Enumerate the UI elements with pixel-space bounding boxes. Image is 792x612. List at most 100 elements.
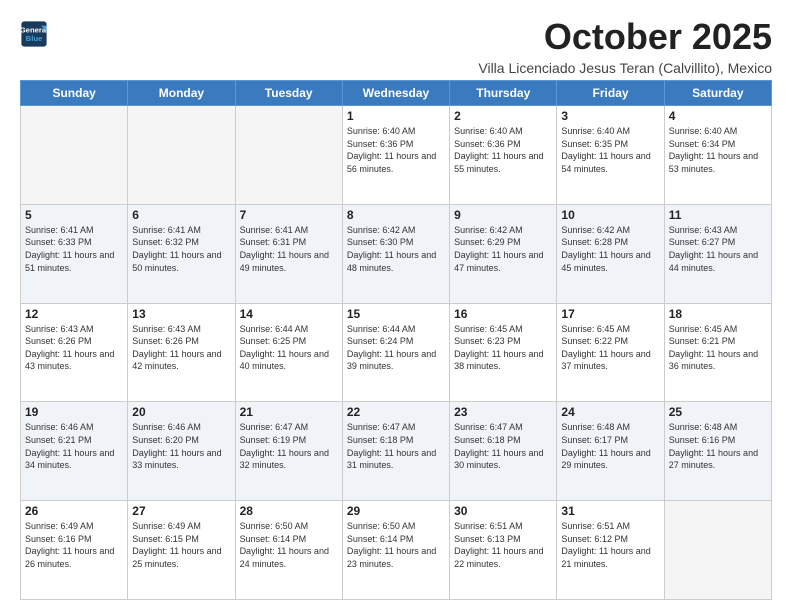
- weekday-header: SundayMondayTuesdayWednesdayThursdayFrid…: [21, 81, 772, 106]
- day-info: Sunrise: 6:40 AM Sunset: 6:36 PM Dayligh…: [347, 125, 445, 175]
- day-number: 9: [454, 208, 552, 222]
- day-number: 2: [454, 109, 552, 123]
- svg-text:Blue: Blue: [26, 34, 43, 43]
- day-info: Sunrise: 6:46 AM Sunset: 6:21 PM Dayligh…: [25, 421, 123, 471]
- day-cell: 12 Sunrise: 6:43 AM Sunset: 6:26 PM Dayli…: [21, 303, 128, 402]
- day-info: Sunrise: 6:49 AM Sunset: 6:16 PM Dayligh…: [25, 520, 123, 570]
- day-cell: 30 Sunrise: 6:51 AM Sunset: 6:13 PM Dayli…: [450, 501, 557, 600]
- day-info: Sunrise: 6:47 AM Sunset: 6:19 PM Dayligh…: [240, 421, 338, 471]
- day-info: Sunrise: 6:46 AM Sunset: 6:20 PM Dayligh…: [132, 421, 230, 471]
- day-cell: 7 Sunrise: 6:41 AM Sunset: 6:31 PM Daylig…: [235, 204, 342, 303]
- day-info: Sunrise: 6:43 AM Sunset: 6:27 PM Dayligh…: [669, 224, 767, 274]
- day-cell: 8 Sunrise: 6:42 AM Sunset: 6:30 PM Daylig…: [342, 204, 449, 303]
- day-number: 12: [25, 307, 123, 321]
- weekday-sunday: Sunday: [21, 81, 128, 106]
- week-row-2: 5Sunrise: 6:41 AM Sunset: 6:33 PM Daylig…: [21, 204, 772, 303]
- day-number: 20: [132, 405, 230, 419]
- day-info: Sunrise: 6:47 AM Sunset: 6:18 PM Dayligh…: [347, 421, 445, 471]
- main-title: October 2025: [478, 16, 772, 58]
- day-cell: [128, 106, 235, 205]
- day-number: 28: [240, 504, 338, 518]
- day-info: Sunrise: 6:41 AM Sunset: 6:33 PM Dayligh…: [25, 224, 123, 274]
- day-cell: 24 Sunrise: 6:48 AM Sunset: 6:17 PM Dayli…: [557, 402, 664, 501]
- day-number: 4: [669, 109, 767, 123]
- day-number: 14: [240, 307, 338, 321]
- day-cell: [235, 106, 342, 205]
- logo: General Blue: [20, 20, 52, 48]
- day-info: Sunrise: 6:40 AM Sunset: 6:35 PM Dayligh…: [561, 125, 659, 175]
- day-number: 29: [347, 504, 445, 518]
- day-number: 8: [347, 208, 445, 222]
- calendar: SundayMondayTuesdayWednesdayThursdayFrid…: [20, 80, 772, 600]
- day-number: 18: [669, 307, 767, 321]
- day-number: 3: [561, 109, 659, 123]
- day-info: Sunrise: 6:42 AM Sunset: 6:28 PM Dayligh…: [561, 224, 659, 274]
- weekday-thursday: Thursday: [450, 81, 557, 106]
- day-info: Sunrise: 6:51 AM Sunset: 6:13 PM Dayligh…: [454, 520, 552, 570]
- day-number: 16: [454, 307, 552, 321]
- day-number: 15: [347, 307, 445, 321]
- day-number: 24: [561, 405, 659, 419]
- day-cell: 17Sunrise: 6:45 AM Sunset: 6:22 PM Dayli…: [557, 303, 664, 402]
- day-cell: 6 Sunrise: 6:41 AM Sunset: 6:32 PM Daylig…: [128, 204, 235, 303]
- day-number: 13: [132, 307, 230, 321]
- day-number: 23: [454, 405, 552, 419]
- day-cell: 20 Sunrise: 6:46 AM Sunset: 6:20 PM Dayli…: [128, 402, 235, 501]
- weekday-tuesday: Tuesday: [235, 81, 342, 106]
- day-info: Sunrise: 6:41 AM Sunset: 6:31 PM Dayligh…: [240, 224, 338, 274]
- day-cell: 31 Sunrise: 6:51 AM Sunset: 6:12 PM Dayli…: [557, 501, 664, 600]
- day-number: 22: [347, 405, 445, 419]
- day-cell: 4 Sunrise: 6:40 AM Sunset: 6:34 PM Daylig…: [664, 106, 771, 205]
- day-cell: 15 Sunrise: 6:44 AM Sunset: 6:24 PM Dayli…: [342, 303, 449, 402]
- day-cell: 5Sunrise: 6:41 AM Sunset: 6:33 PM Daylig…: [21, 204, 128, 303]
- day-number: 30: [454, 504, 552, 518]
- day-cell: 2Sunrise: 6:40 AM Sunset: 6:36 PM Daylig…: [450, 106, 557, 205]
- day-info: Sunrise: 6:41 AM Sunset: 6:32 PM Dayligh…: [132, 224, 230, 274]
- day-info: Sunrise: 6:51 AM Sunset: 6:12 PM Dayligh…: [561, 520, 659, 570]
- day-number: 7: [240, 208, 338, 222]
- day-info: Sunrise: 6:44 AM Sunset: 6:25 PM Dayligh…: [240, 323, 338, 373]
- weekday-wednesday: Wednesday: [342, 81, 449, 106]
- day-info: Sunrise: 6:43 AM Sunset: 6:26 PM Dayligh…: [25, 323, 123, 373]
- day-cell: 14 Sunrise: 6:44 AM Sunset: 6:25 PM Dayli…: [235, 303, 342, 402]
- weekday-saturday: Saturday: [664, 81, 771, 106]
- day-number: 26: [25, 504, 123, 518]
- day-cell: 13 Sunrise: 6:43 AM Sunset: 6:26 PM Dayli…: [128, 303, 235, 402]
- day-info: Sunrise: 6:45 AM Sunset: 6:22 PM Dayligh…: [561, 323, 659, 373]
- logo-icon: General Blue: [20, 20, 48, 48]
- day-number: 21: [240, 405, 338, 419]
- week-row-5: 26 Sunrise: 6:49 AM Sunset: 6:16 PM Dayli…: [21, 501, 772, 600]
- day-number: 10: [561, 208, 659, 222]
- day-info: Sunrise: 6:48 AM Sunset: 6:17 PM Dayligh…: [561, 421, 659, 471]
- day-cell: 21 Sunrise: 6:47 AM Sunset: 6:19 PM Dayli…: [235, 402, 342, 501]
- page: General Blue October 2025 Villa Licencia…: [0, 0, 792, 612]
- day-cell: 29 Sunrise: 6:50 AM Sunset: 6:14 PM Dayli…: [342, 501, 449, 600]
- day-cell: 25Sunrise: 6:48 AM Sunset: 6:16 PM Dayli…: [664, 402, 771, 501]
- day-cell: 16 Sunrise: 6:45 AM Sunset: 6:23 PM Dayli…: [450, 303, 557, 402]
- day-cell: 27Sunrise: 6:49 AM Sunset: 6:15 PM Dayli…: [128, 501, 235, 600]
- day-info: Sunrise: 6:48 AM Sunset: 6:16 PM Dayligh…: [669, 421, 767, 471]
- day-info: Sunrise: 6:40 AM Sunset: 6:34 PM Dayligh…: [669, 125, 767, 175]
- day-cell: [664, 501, 771, 600]
- day-cell: 11Sunrise: 6:43 AM Sunset: 6:27 PM Dayli…: [664, 204, 771, 303]
- week-row-3: 12 Sunrise: 6:43 AM Sunset: 6:26 PM Dayli…: [21, 303, 772, 402]
- day-info: Sunrise: 6:44 AM Sunset: 6:24 PM Dayligh…: [347, 323, 445, 373]
- day-info: Sunrise: 6:42 AM Sunset: 6:30 PM Dayligh…: [347, 224, 445, 274]
- day-cell: 3 Sunrise: 6:40 AM Sunset: 6:35 PM Daylig…: [557, 106, 664, 205]
- day-number: 31: [561, 504, 659, 518]
- day-info: Sunrise: 6:43 AM Sunset: 6:26 PM Dayligh…: [132, 323, 230, 373]
- day-info: Sunrise: 6:50 AM Sunset: 6:14 PM Dayligh…: [347, 520, 445, 570]
- day-info: Sunrise: 6:45 AM Sunset: 6:23 PM Dayligh…: [454, 323, 552, 373]
- day-number: 6: [132, 208, 230, 222]
- day-info: Sunrise: 6:47 AM Sunset: 6:18 PM Dayligh…: [454, 421, 552, 471]
- day-info: Sunrise: 6:49 AM Sunset: 6:15 PM Dayligh…: [132, 520, 230, 570]
- weekday-monday: Monday: [128, 81, 235, 106]
- day-cell: 9Sunrise: 6:42 AM Sunset: 6:29 PM Daylig…: [450, 204, 557, 303]
- day-cell: 19Sunrise: 6:46 AM Sunset: 6:21 PM Dayli…: [21, 402, 128, 501]
- day-cell: 10 Sunrise: 6:42 AM Sunset: 6:28 PM Dayli…: [557, 204, 664, 303]
- subtitle: Villa Licenciado Jesus Teran (Calvillito…: [478, 60, 772, 76]
- week-row-1: 1Sunrise: 6:40 AM Sunset: 6:36 PM Daylig…: [21, 106, 772, 205]
- day-cell: 23 Sunrise: 6:47 AM Sunset: 6:18 PM Dayli…: [450, 402, 557, 501]
- weekday-friday: Friday: [557, 81, 664, 106]
- header: General Blue October 2025 Villa Licencia…: [20, 16, 772, 76]
